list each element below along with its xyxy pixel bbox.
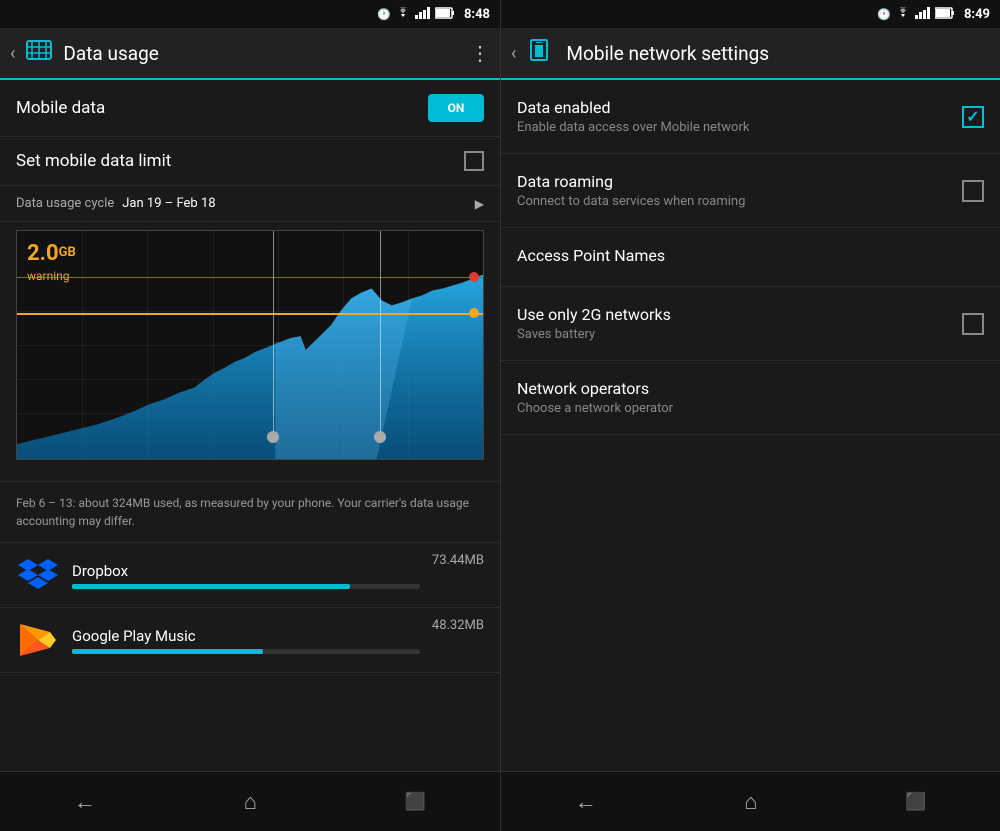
set-limit-checkbox[interactable]	[464, 151, 484, 171]
signal-icon-left	[415, 7, 431, 22]
access-point-text: Access Point Names	[517, 246, 984, 268]
left-back-btn[interactable]: ←	[54, 781, 116, 823]
2g-title: Use only 2G networks	[517, 305, 962, 324]
cycle-value: Jan 19 – Feb 18	[122, 196, 467, 211]
gplay-usage: 48.32MB	[432, 618, 484, 633]
mobile-data-row[interactable]: Mobile data ON	[0, 80, 500, 137]
right-wifi-icon	[895, 7, 911, 22]
settings-2g[interactable]: Use only 2G networks Saves battery	[501, 287, 1000, 361]
right-battery-icon	[935, 7, 955, 22]
data-usage-icon	[25, 39, 53, 67]
mobile-data-toggle[interactable]: ON	[428, 94, 484, 122]
battery-icon-left	[435, 7, 455, 22]
data-enabled-title: Data enabled	[517, 98, 962, 117]
2g-checkbox[interactable]	[962, 313, 984, 335]
network-operators-title: Network operators	[517, 379, 984, 398]
right-home-btn[interactable]: ⌂	[724, 781, 777, 823]
chart-warning-label: warning	[27, 269, 70, 283]
menu-icon[interactable]: ⋮	[470, 41, 490, 65]
data-roaming-checkbox[interactable]	[962, 180, 984, 202]
chart-warning-value: 2.0GB	[27, 241, 76, 266]
settings-access-point[interactable]: Access Point Names	[501, 228, 1000, 287]
wifi-icon	[395, 7, 411, 22]
left-time: 8:48	[464, 7, 490, 22]
selection-line-2	[380, 231, 381, 439]
app-item-dropbox[interactable]: Dropbox 73.44MB	[0, 543, 500, 608]
red-limit-line	[17, 277, 483, 278]
dropbox-usage: 73.44MB	[432, 553, 484, 568]
clock-icon: 🕐	[377, 8, 391, 21]
left-bottom-nav: ← ⌂ ⬛	[0, 771, 500, 831]
chart-svg	[17, 231, 483, 459]
right-signal-icon	[915, 7, 931, 22]
data-enabled-subtitle: Enable data access over Mobile network	[517, 120, 962, 135]
2g-subtitle: Saves battery	[517, 327, 962, 342]
right-time: 8:49	[964, 7, 990, 22]
dropbox-bar	[72, 584, 350, 589]
settings-network-operators[interactable]: Network operators Choose a network opera…	[501, 361, 1000, 435]
data-roaming-title: Data roaming	[517, 172, 962, 191]
cycle-row[interactable]: Data usage cycle Jan 19 – Feb 18 ▶	[0, 186, 500, 222]
right-settings-content: Data enabled Enable data access over Mob…	[501, 80, 1000, 771]
app-item-gplay[interactable]: Google Play Music 48.32MB	[0, 608, 500, 673]
phone-icon	[526, 37, 552, 70]
chart-area[interactable]: 2.0GB warning	[16, 230, 484, 460]
right-top-bar: ‹ Mobile network settings	[501, 28, 1000, 80]
settings-data-enabled[interactable]: Data enabled Enable data access over Mob…	[501, 80, 1000, 154]
left-recent-btn[interactable]: ⬛	[385, 784, 446, 820]
chart-container: 2.0GB warning	[0, 222, 500, 482]
right-panel: 🕐 8:49 ‹ Mobile network settings Data en…	[500, 0, 1000, 831]
dropbox-name: Dropbox	[72, 562, 420, 580]
red-limit-dot[interactable]	[469, 272, 479, 282]
gplay-bar-container	[72, 649, 420, 654]
gplay-name: Google Play Music	[72, 627, 420, 645]
left-title: Data usage	[63, 42, 460, 65]
dropbox-info: Dropbox	[72, 562, 420, 589]
left-content: Mobile data ON Set mobile data limit Dat…	[0, 80, 500, 771]
network-operators-subtitle: Choose a network operator	[517, 401, 984, 416]
network-operators-text: Network operators Choose a network opera…	[517, 379, 984, 416]
selection-line-1	[273, 231, 274, 439]
right-recent-btn[interactable]: ⬛	[885, 784, 946, 820]
access-point-title: Access Point Names	[517, 246, 984, 265]
cycle-arrow-icon[interactable]: ▶	[475, 197, 484, 211]
gplay-bar	[72, 649, 263, 654]
right-back-btn[interactable]: ←	[555, 781, 617, 823]
data-enabled-checkmark: ✓	[966, 107, 979, 126]
dropbox-bar-container	[72, 584, 420, 589]
settings-data-roaming[interactable]: Data roaming Connect to data services wh…	[501, 154, 1000, 228]
left-top-bar: ‹ Data usage ⋮	[0, 28, 500, 80]
set-limit-label: Set mobile data limit	[16, 151, 464, 171]
chart-info-text: Feb 6 – 13: about 324MB used, as measure…	[0, 482, 500, 543]
right-title: Mobile network settings	[566, 42, 990, 65]
right-bottom-nav: ← ⌂ ⬛	[501, 771, 1000, 831]
gplay-info: Google Play Music	[72, 627, 420, 654]
cycle-label: Data usage cycle	[16, 196, 114, 211]
status-icons-left: 🕐	[377, 7, 455, 22]
left-status-bar: 🕐 8:48	[0, 0, 500, 28]
left-back-icon[interactable]: ‹	[10, 43, 15, 64]
dropbox-icon	[16, 553, 60, 597]
left-home-btn[interactable]: ⌂	[224, 781, 277, 823]
right-back-icon[interactable]: ‹	[511, 43, 516, 64]
right-clock-icon: 🕐	[877, 8, 891, 21]
orange-warning-line	[17, 313, 483, 315]
gplay-icon	[16, 618, 60, 662]
data-enabled-checkbox[interactable]: ✓	[962, 106, 984, 128]
data-roaming-text: Data roaming Connect to data services wh…	[517, 172, 962, 209]
2g-text: Use only 2G networks Saves battery	[517, 305, 962, 342]
data-roaming-subtitle: Connect to data services when roaming	[517, 194, 962, 209]
right-status-bar: 🕐 8:49	[501, 0, 1000, 28]
left-panel: 🕐 8:48 ‹ Data usage ⋮ Mobile data ON	[0, 0, 500, 831]
mobile-data-label: Mobile data	[16, 98, 428, 118]
data-enabled-text: Data enabled Enable data access over Mob…	[517, 98, 962, 135]
status-icons-right: 🕐	[877, 7, 955, 22]
set-limit-row[interactable]: Set mobile data limit	[0, 137, 500, 186]
